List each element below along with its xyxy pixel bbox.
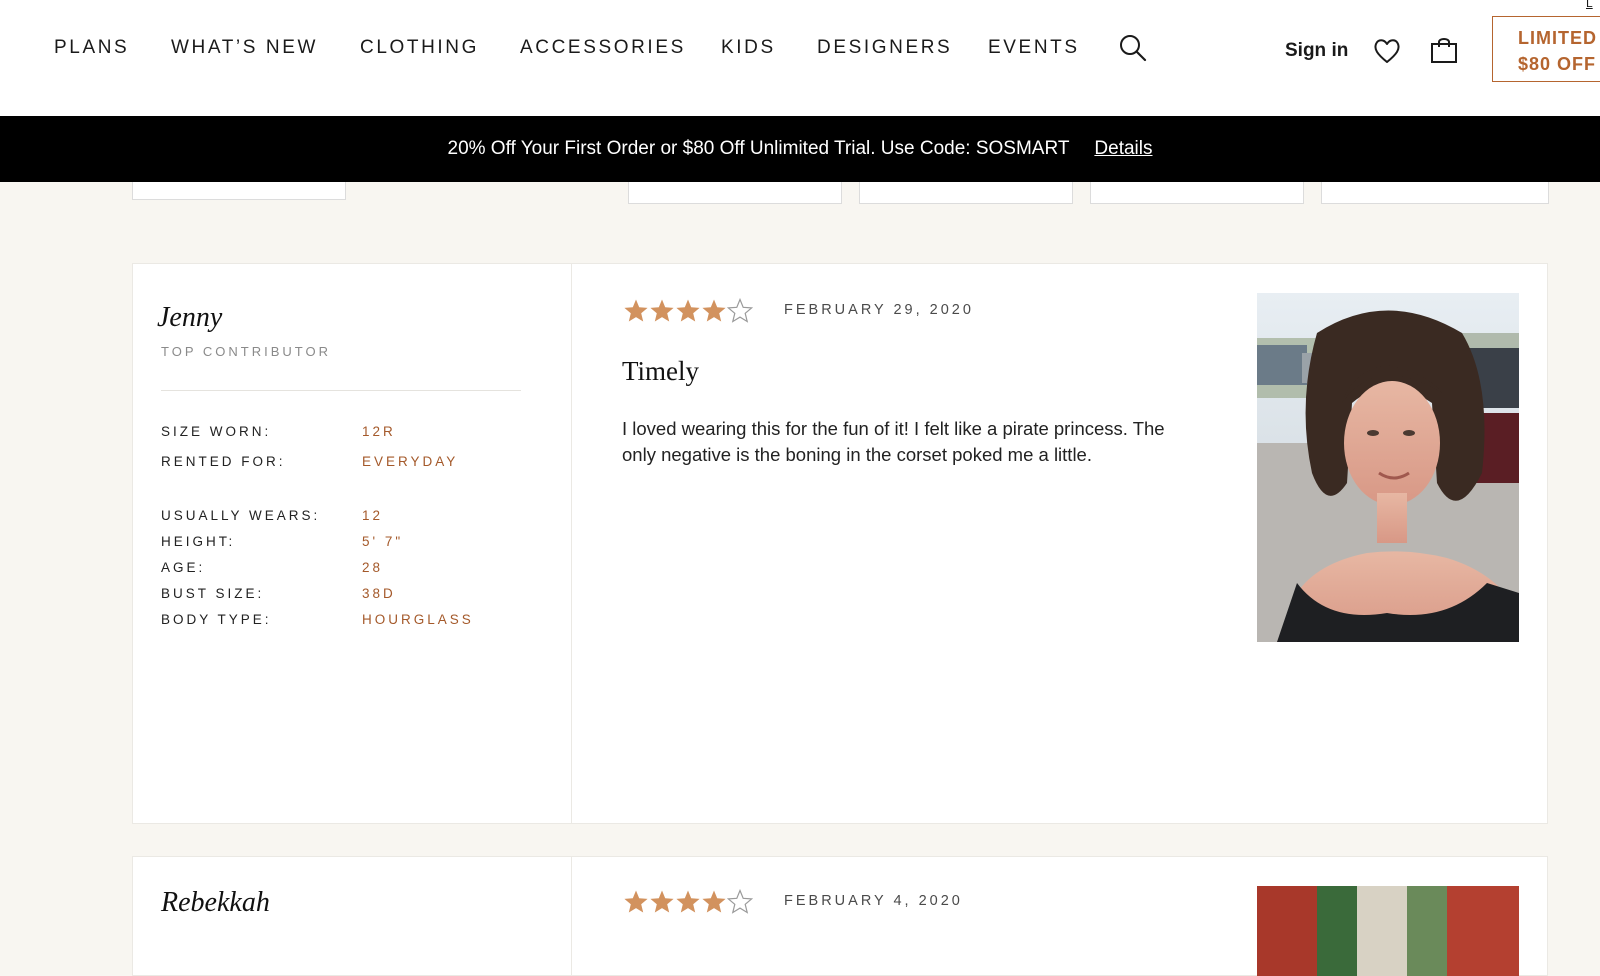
review-card: Rebekkah FEBRUARY 4, 2020 (132, 856, 1548, 976)
review-photo[interactable] (1257, 886, 1519, 976)
stat-label-rented-for: RENTED FOR: (161, 454, 286, 469)
stat-value-size-worn: 12R (362, 424, 396, 439)
star-empty-icon (727, 298, 753, 323)
sign-in-link[interactable]: Sign in (1285, 40, 1348, 62)
stat-value-height: 5' 7" (362, 534, 404, 549)
star-rating (623, 298, 753, 324)
review-card: Jenny TOP CONTRIBUTOR SIZE WORN: 12R REN… (132, 263, 1548, 824)
star-filled-icon (624, 299, 648, 322)
promo-details-link[interactable]: Details (1094, 138, 1152, 159)
stat-value-usually-wears: 12 (362, 508, 384, 523)
top-navigation: PLANS WHAT’S NEW CLOTHING ACCESSORIES KI… (0, 0, 1600, 116)
search-icon[interactable] (1118, 33, 1148, 63)
stat-label-usually-wears: USUALLY WEARS: (161, 508, 321, 523)
stat-label-height: HEIGHT: (161, 534, 236, 549)
stat-value-body-type: HOURGLASS (362, 612, 474, 627)
promo-line-2: $80 OFF (1518, 54, 1597, 74)
reviewer-name[interactable]: Jenny (157, 302, 222, 334)
card-divider (571, 857, 572, 975)
limited-offer-button[interactable]: LIMITED $80 OFF (1492, 16, 1600, 82)
card-divider (571, 264, 572, 823)
stat-value-rented-for: EVERYDAY (362, 454, 459, 469)
stat-label-age: AGE: (161, 560, 206, 575)
review-date: FEBRUARY 29, 2020 (784, 302, 974, 318)
nav-item-events[interactable]: EVENTS (988, 37, 1080, 59)
star-filled-icon (702, 890, 726, 913)
stat-label-bust-size: BUST SIZE: (161, 586, 265, 601)
nav-item-whats-new[interactable]: WHAT’S NEW (171, 37, 318, 59)
promo-line-1: LIMITED (1518, 28, 1597, 48)
star-filled-icon (702, 299, 726, 322)
profile-divider (161, 390, 521, 391)
star-rating (623, 889, 753, 915)
review-photo-image (1257, 886, 1519, 976)
promo-banner: 20% Off Your First Order or $80 Off Unli… (0, 116, 1600, 182)
contributor-badge: TOP CONTRIBUTOR (161, 344, 331, 359)
star-filled-icon (676, 890, 700, 913)
star-filled-icon (676, 299, 700, 322)
promo-banner-text: 20% Off Your First Order or $80 Off Unli… (447, 138, 1070, 159)
nav-item-clothing[interactable]: CLOTHING (360, 37, 479, 59)
star-filled-icon (650, 890, 674, 913)
stat-label-size-worn: SIZE WORN: (161, 424, 272, 439)
review-date: FEBRUARY 4, 2020 (784, 893, 963, 909)
stat-label-body-type: BODY TYPE: (161, 612, 272, 627)
review-photo[interactable] (1257, 293, 1519, 642)
stat-value-age: 28 (362, 560, 384, 575)
review-body: I loved wearing this for the fun of it! … (622, 418, 1165, 465)
stat-value-bust-size: 38D (362, 586, 396, 601)
star-filled-icon (624, 890, 648, 913)
star-filled-icon (650, 299, 674, 322)
promo-corner-link[interactable]: L (1586, 0, 1593, 10)
review-title: Timely (622, 356, 700, 386)
nav-item-designers[interactable]: DESIGNERS (817, 37, 952, 59)
reviewer-name[interactable]: Rebekkah (161, 887, 270, 919)
nav-item-accessories[interactable]: ACCESSORIES (520, 37, 686, 59)
heart-icon[interactable] (1372, 36, 1402, 66)
review-photo-image (1257, 293, 1519, 642)
nav-item-plans[interactable]: PLANS (54, 37, 129, 59)
nav-item-kids[interactable]: KIDS (721, 37, 776, 59)
shopping-bag-icon[interactable] (1429, 35, 1459, 65)
star-empty-icon (727, 889, 753, 914)
